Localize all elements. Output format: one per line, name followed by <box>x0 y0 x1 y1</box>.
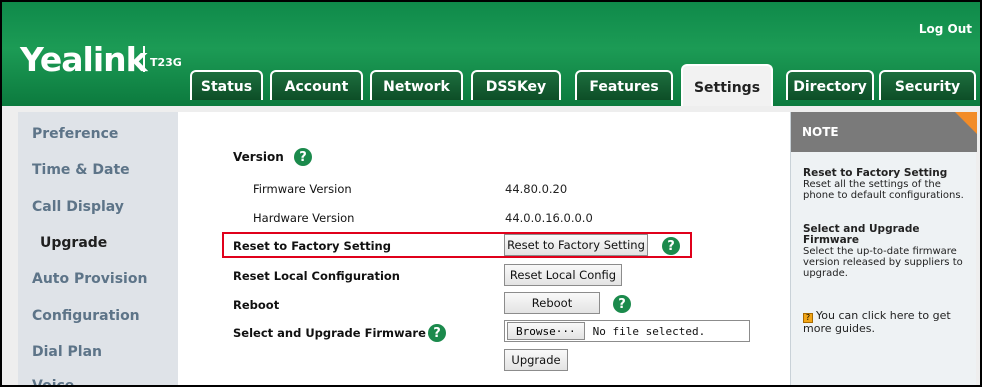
note-reset-heading: Reset to Factory Setting <box>803 167 948 179</box>
brand-logo: Yealink <box>20 40 148 79</box>
tab-directory[interactable]: Directory <box>786 70 874 100</box>
tab-security[interactable]: Security <box>879 70 976 100</box>
sidebar-item-time-date[interactable]: Time & Date <box>32 162 130 178</box>
tab-settings[interactable]: Settings <box>681 64 773 106</box>
version-help-icon[interactable]: ? <box>294 148 312 166</box>
reset-local-button[interactable]: Reset Local Config <box>504 264 622 286</box>
reset-local-label: Reset Local Configuration <box>233 269 400 283</box>
model-label: T23G <box>150 56 182 69</box>
logout-link[interactable]: Log Out <box>919 22 972 36</box>
firmware-file-input[interactable]: Browse··· No file selected. <box>504 320 750 342</box>
firmware-version-label: Firmware Version <box>253 182 352 196</box>
note-title: NOTE <box>802 125 839 139</box>
reboot-help-icon[interactable]: ? <box>613 295 631 313</box>
version-heading: Version <box>233 150 284 164</box>
tab-dsskey[interactable]: DSSKey <box>471 70 561 100</box>
note-reset-section: Reset to Factory Setting Reset all the s… <box>803 167 973 202</box>
upgrade-button[interactable]: Upgrade <box>504 349 568 371</box>
content-area: Preference Time & Date Call Display Upgr… <box>2 106 980 385</box>
hardware-version-value: 44.0.0.16.0.0.0 <box>505 211 593 225</box>
reboot-label: Reboot <box>233 298 280 312</box>
reset-factory-help-icon[interactable]: ? <box>662 237 680 255</box>
browse-button[interactable]: Browse··· <box>507 322 585 340</box>
note-upgrade-text: Select the up-to-date firmware version r… <box>803 246 963 279</box>
sidebar: Preference Time & Date Call Display Upgr… <box>18 112 178 385</box>
app-window: Yealink T23G Log Out Status Account Netw… <box>0 0 982 387</box>
note-guide-link[interactable]: ? You can click here to get more guides. <box>803 310 973 335</box>
sidebar-item-preference[interactable]: Preference <box>32 126 118 142</box>
note-panel: NOTE Reset to Factory Setting Reset all … <box>790 112 977 385</box>
note-upgrade-section: Select and Upgrade Firmware Select the u… <box>803 223 973 280</box>
header-bar: Yealink T23G Log Out Status Account Netw… <box>2 2 980 106</box>
sidebar-item-dial-plan[interactable]: Dial Plan <box>32 344 102 360</box>
logo-divider <box>143 46 145 72</box>
upgrade-firmware-label: Select and Upgrade Firmware <box>233 326 426 340</box>
sidebar-item-voice[interactable]: Voice <box>32 378 74 385</box>
note-guide-text[interactable]: You can click here to get more guides. <box>803 309 951 335</box>
file-status-text: No file selected. <box>592 324 706 338</box>
reset-factory-button[interactable]: Reset to Factory Setting <box>504 234 648 256</box>
note-upgrade-heading: Select and Upgrade Firmware <box>803 223 920 246</box>
firmware-version-value: 44.80.0.20 <box>505 182 568 196</box>
tab-network[interactable]: Network <box>370 70 463 100</box>
tab-account[interactable]: Account <box>270 70 363 100</box>
sidebar-item-upgrade[interactable]: Upgrade <box>40 235 107 251</box>
note-header: NOTE <box>791 112 977 152</box>
tab-features[interactable]: Features <box>575 70 673 100</box>
note-corner-icon <box>955 112 977 134</box>
hardware-version-label: Hardware Version <box>253 211 355 225</box>
upgrade-panel: Version ? Firmware Version 44.80.0.20 Ha… <box>178 112 790 385</box>
tab-status[interactable]: Status <box>190 70 263 100</box>
sidebar-item-call-display[interactable]: Call Display <box>32 199 124 215</box>
tab-bar: Status Account Network DSSKey Features S… <box>190 64 980 106</box>
sidebar-item-auto-provision[interactable]: Auto Provision <box>32 271 147 287</box>
upgrade-help-icon[interactable]: ? <box>428 324 446 342</box>
reset-factory-label: Reset to Factory Setting <box>233 239 391 253</box>
note-reset-text: Reset all the settings of the phone to d… <box>803 179 964 201</box>
reboot-button[interactable]: Reboot <box>504 292 600 314</box>
sidebar-item-configuration[interactable]: Configuration <box>32 308 140 324</box>
